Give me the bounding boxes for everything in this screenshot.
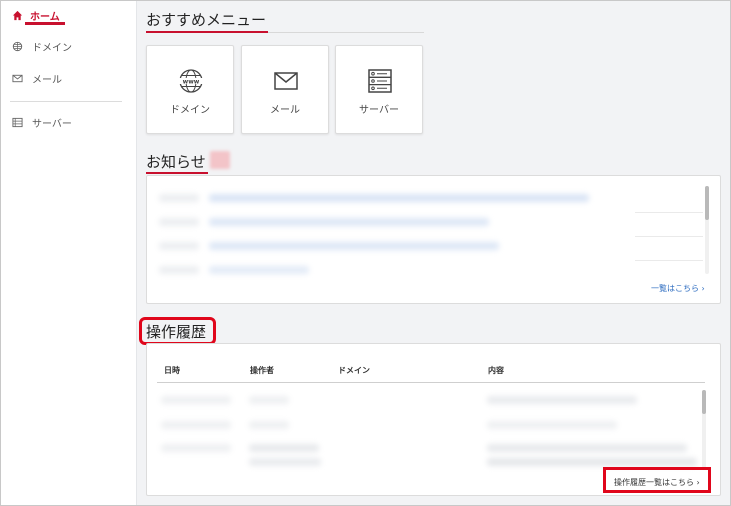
www-globe-icon: www [178,68,204,94]
history-cell [161,421,231,429]
sidebar-item-label: メール [32,75,62,86]
news-row-text[interactable] [209,266,309,274]
news-row-date [159,218,199,226]
sidebar-divider [10,101,122,102]
news-row-date [159,194,199,202]
history-cell [487,396,637,404]
history-cell [487,444,687,452]
sidebar-item-label: ドメイン [32,43,72,54]
svg-text:www: www [183,78,200,85]
active-underline [25,22,65,25]
news-title: お知らせ [146,153,206,171]
history-cell [249,421,289,429]
history-cell [161,396,231,404]
news-divider [635,236,703,237]
history-scrollbar-thumb[interactable] [702,390,706,414]
history-cell [487,421,617,429]
news-row-text[interactable] [209,194,589,202]
news-divider [635,260,703,261]
history-link-highlight [603,467,711,493]
menu-card-mail[interactable]: メール [241,45,329,134]
history-cell [487,458,697,466]
column-header-domain: ドメイン [338,366,370,375]
sidebar-item-mail[interactable]: メール [1,67,137,89]
globe-icon [11,40,23,52]
news-divider [635,212,703,213]
home-icon [11,9,23,21]
news-row-text[interactable] [209,242,499,250]
news-badge [210,151,230,169]
column-header-operator: 操作者 [250,366,274,375]
news-row-date [159,242,199,250]
server-list-icon [11,116,23,128]
history-title-highlight [139,317,216,345]
menu-card-label: メール [270,105,300,116]
menu-card-domain[interactable]: www ドメイン [146,45,234,134]
news-accent [146,172,208,174]
menu-card-label: ドメイン [170,105,210,116]
envelope-icon [273,68,299,94]
news-more-link[interactable]: 一覧はこちら › [651,283,705,294]
history-cell [249,458,321,466]
sidebar-item-domain[interactable]: ドメイン [1,35,137,57]
sidebar: ホーム ドメイン メール サーバー [1,1,137,505]
recommended-title: おすすめメニュー [146,11,267,29]
menu-card-server[interactable]: サーバー [335,45,423,134]
news-panel: 一覧はこちら › [146,175,721,304]
sidebar-item-home[interactable]: ホーム [1,4,137,26]
sidebar-item-server[interactable]: サーバー [1,111,137,133]
news-scrollbar-thumb[interactable] [705,186,709,220]
recommended-accent [146,31,268,33]
news-row-date [159,266,199,274]
history-cell [249,444,319,452]
column-header-datetime: 日時 [164,366,180,375]
sidebar-item-label: ホーム [30,12,60,23]
mail-icon [11,72,23,84]
history-cell [249,396,289,404]
column-header-content: 内容 [488,366,504,375]
menu-card-label: サーバー [359,105,399,116]
server-icon [367,68,393,94]
history-cell [161,444,231,452]
news-row-text[interactable] [209,218,489,226]
sidebar-item-label: サーバー [32,119,72,130]
history-header-rule [157,382,705,383]
